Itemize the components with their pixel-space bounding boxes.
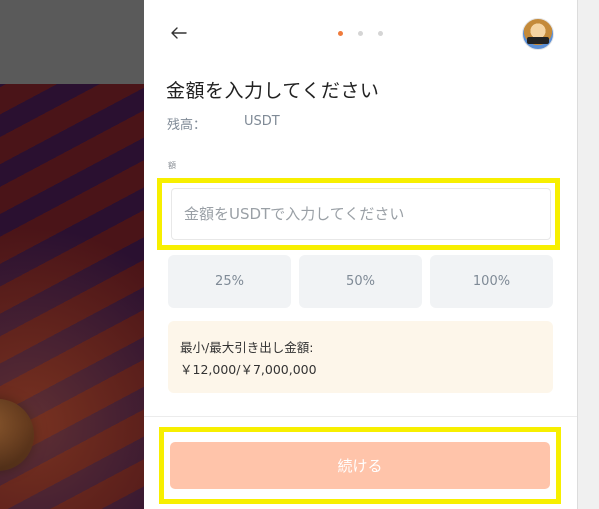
- scrollbar-track: [577, 0, 599, 509]
- step-dot-1: [338, 31, 343, 36]
- avatar[interactable]: [522, 18, 554, 50]
- withdraw-limit-info: 最小/最大引き出し金額: ￥12,000/￥7,000,000: [168, 321, 553, 393]
- background-overlay: [0, 0, 144, 84]
- page-title: 金額を入力してください: [166, 80, 380, 102]
- balance-label: 残高：: [167, 118, 207, 133]
- withdraw-panel: 金額を入力してください 残高： USDT 額 25% 50% 100% 最小/最…: [144, 0, 577, 509]
- percent-100-button[interactable]: 100%: [430, 255, 553, 308]
- step-dot-3: [378, 31, 383, 36]
- percent-50-button[interactable]: 50%: [299, 255, 422, 308]
- limit-range: ￥12,000/￥7,000,000: [180, 362, 317, 377]
- back-button[interactable]: [168, 22, 190, 44]
- balance-row: 残高： USDT: [167, 114, 280, 133]
- arrow-left-icon: [171, 27, 187, 39]
- avatar-badge: [527, 37, 549, 44]
- continue-button[interactable]: 続ける: [170, 442, 550, 489]
- percent-buttons: 25% 50% 100%: [168, 255, 553, 308]
- percent-25-button[interactable]: 25%: [168, 255, 291, 308]
- background-artwork: [0, 84, 144, 509]
- step-indicator: [338, 31, 383, 36]
- step-dot-2: [358, 31, 363, 36]
- continue-button-highlight: 続ける: [159, 427, 561, 504]
- limit-label: 最小/最大引き出し金額:: [180, 340, 314, 355]
- balance-currency: USDT: [244, 114, 280, 129]
- amount-input[interactable]: [171, 188, 551, 240]
- amount-input-highlight: [157, 178, 560, 250]
- divider: [144, 416, 577, 417]
- football-image: [0, 399, 34, 471]
- amount-label: 額: [168, 161, 176, 170]
